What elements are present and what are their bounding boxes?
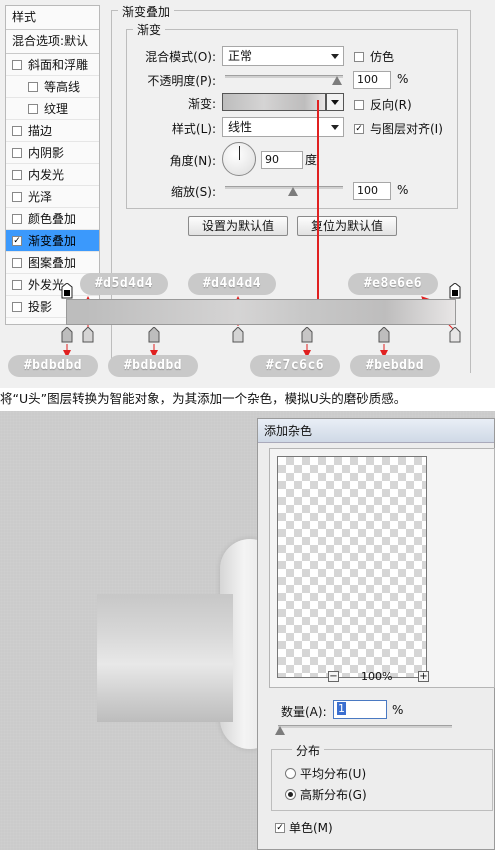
color-label-pill: #d4d4d4 — [188, 273, 276, 295]
zoom-level: 100% — [361, 670, 393, 683]
color-label-pill: #bebdbd — [350, 355, 440, 377]
monochromatic-checkbox[interactable]: ✓ 单色(M) — [275, 819, 333, 836]
uniform-label: 平均分布(U) — [300, 767, 367, 781]
opacity-stop-right[interactable] — [449, 283, 461, 299]
plus-icon: + — [419, 671, 428, 682]
distribution-title: 分布 — [292, 742, 325, 759]
amount-input[interactable]: 1 — [333, 700, 387, 719]
amount-slider-thumb[interactable] — [275, 726, 285, 735]
gaussian-radio[interactable]: 高斯分布(G) — [285, 786, 367, 803]
mono-checkbox-box: ✓ — [275, 822, 285, 833]
color-stop[interactable] — [301, 327, 313, 343]
amount-unit: % — [392, 703, 404, 717]
gradient-editor-bar[interactable] — [66, 299, 456, 325]
opacity-stop-left[interactable] — [61, 283, 73, 299]
color-stop[interactable] — [232, 327, 244, 343]
layer-style-panel: 样式 混合选项:默认 斜面和浮雕 等高线 纹理 描边 内阴影 内发光 光泽 颜色叠加 ✓ 渐变叠加… — [0, 0, 495, 388]
color-label-pill: #bdbdbd — [108, 355, 198, 377]
mono-label: 单色(M) — [289, 821, 333, 835]
color-label-pill: #c7c6c6 — [250, 355, 340, 377]
noise-preview[interactable] — [277, 456, 427, 678]
amount-value: 1 — [337, 702, 346, 715]
zoom-out-button[interactable]: − — [328, 671, 339, 682]
minus-icon: − — [329, 671, 338, 682]
color-stop[interactable] — [148, 327, 160, 343]
color-stop[interactable] — [449, 327, 461, 343]
annotation-arrows — [63, 100, 455, 358]
tutorial-caption: 将“U头”图层转换为智能对象，为其添加一个杂色，模拟U头的磨砂质感。 — [0, 391, 407, 406]
color-stop[interactable] — [82, 327, 94, 343]
color-label-pill: #e8e6e6 — [348, 273, 438, 295]
dialog-title: 添加杂色 — [258, 419, 494, 443]
amount-slider-track[interactable] — [278, 725, 452, 728]
color-label-pill: #bdbdbd — [8, 355, 98, 377]
amount-label: 数量(A): — [281, 705, 327, 719]
color-stop[interactable] — [378, 327, 390, 343]
color-label-pill: #d5d4d4 — [80, 273, 168, 295]
uniform-radio-dot — [285, 768, 296, 779]
zoom-in-button[interactable]: + — [418, 671, 429, 682]
gaussian-radio-dot — [285, 789, 296, 800]
color-stop[interactable] — [61, 327, 73, 343]
uniform-radio[interactable]: 平均分布(U) — [285, 765, 366, 782]
gaussian-label: 高斯分布(G) — [300, 788, 367, 802]
usb-connector — [97, 594, 233, 722]
add-noise-dialog: 添加杂色 − 100% + 数量(A): 1 % 分布 平均分布(U) 高斯分布… — [257, 418, 495, 850]
